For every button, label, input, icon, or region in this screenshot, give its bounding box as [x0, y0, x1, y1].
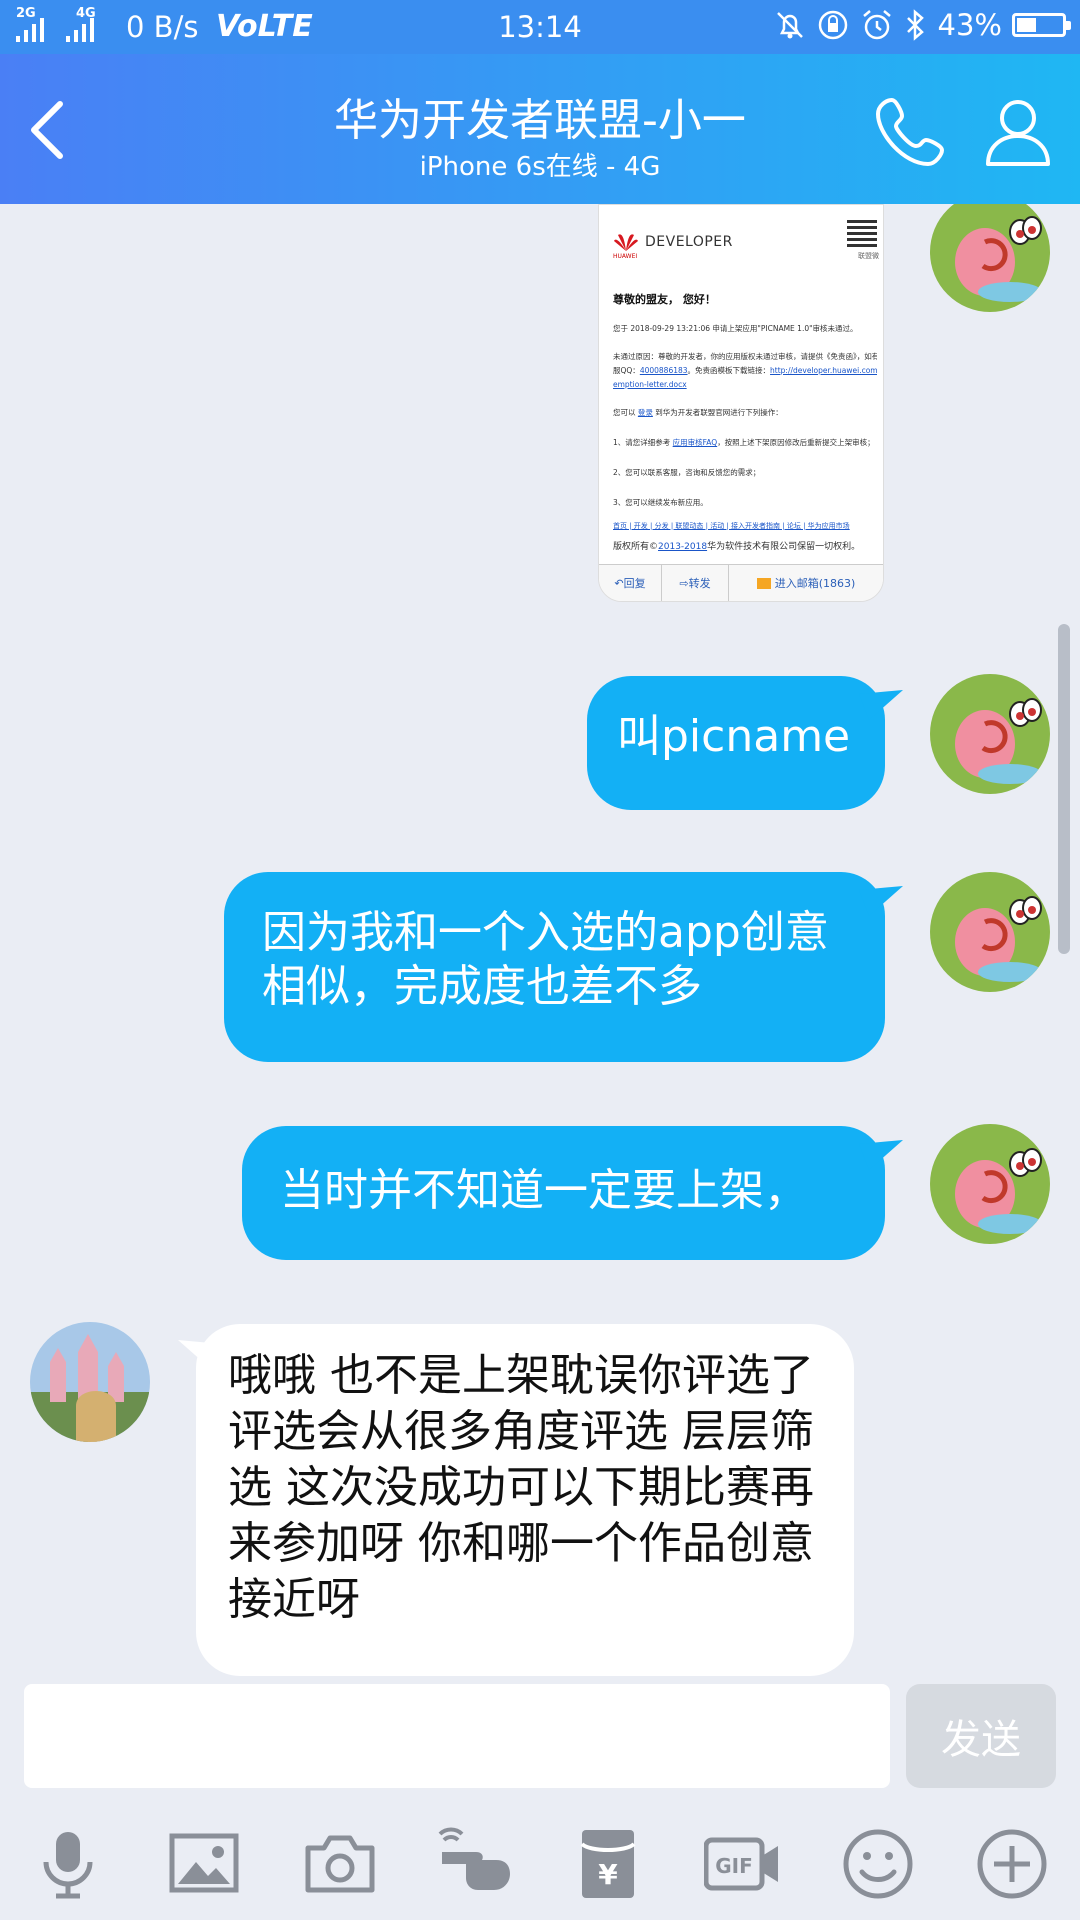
forward-arrow-icon: ⇨	[679, 576, 689, 590]
plus-icon	[977, 1829, 1047, 1899]
email-copyright: 版权所有©2013-2018华为软件技术有限公司保留一切权利。	[613, 542, 861, 552]
mail-icon	[756, 577, 771, 589]
more-button[interactable]	[972, 1824, 1052, 1904]
microphone-icon	[43, 1832, 93, 1899]
snail-avatar-icon	[930, 204, 1050, 312]
email-inbox-button: 进入邮箱(1863)	[729, 565, 883, 601]
data-saver-icon	[818, 10, 847, 40]
email-line: emption-letter.docx	[613, 380, 687, 389]
compose-bar: 发送	[0, 1684, 1080, 1796]
qr-code-icon	[847, 217, 877, 247]
svg-text:¥: ¥	[598, 1858, 618, 1891]
my-avatar[interactable]	[930, 1124, 1050, 1244]
email-brand-small: HUAWEI	[613, 253, 638, 260]
red-packet-button[interactable]: ¥	[568, 1824, 648, 1904]
snail-avatar-icon	[930, 1124, 1050, 1244]
gif-button[interactable]: GIF	[702, 1824, 782, 1904]
message-list[interactable]: DEVELOPER HUAWEI 联盟微 尊敬的盟友， 您好！ 您于 2018-…	[0, 204, 1080, 1684]
castle-photo-avatar-icon	[30, 1322, 150, 1442]
gif-icon: GIF	[704, 1837, 778, 1891]
snail-avatar-icon	[930, 872, 1050, 992]
image-icon	[169, 1833, 239, 1893]
email-line: 2、您可以联系客服，咨询和反馈您的需求；	[613, 468, 761, 477]
red-packet-icon: ¥	[580, 1830, 636, 1898]
send-button[interactable]: 发送	[906, 1684, 1056, 1788]
battery-percent: 43%	[937, 8, 1002, 42]
chat-scrollbar[interactable]	[1058, 624, 1070, 954]
message-text: 因为我和一个入选的app创意相似，完成度也差不多	[262, 907, 829, 1012]
email-line: 您可以 登录 到华为开发者联盟官网进行下列操作：	[613, 408, 783, 417]
email-greeting: 尊敬的盟友， 您好！	[613, 293, 716, 306]
message-input[interactable]	[24, 1684, 890, 1788]
email-line: 1、请您详细参考 应用审核FAQ，按照上述下架原因修改后重新提交上架审核；	[613, 438, 875, 447]
emoji-icon	[843, 1829, 913, 1899]
message-text: 当时并不知道一定要上架，	[280, 1165, 808, 1216]
message-bubble-incoming[interactable]: 哦哦 也不是上架耽误你评选了 评选会从很多角度评选 层层筛选 这次没成功可以下期…	[178, 1324, 854, 1676]
bluetooth-icon	[906, 9, 924, 41]
message-bubble-outgoing[interactable]: 叫picname	[587, 676, 903, 810]
email-reply-button: ↶ 回复	[599, 565, 662, 601]
my-avatar[interactable]	[930, 674, 1050, 794]
my-avatar[interactable]	[930, 872, 1050, 992]
qr-label: 联盟微	[858, 252, 879, 260]
email-nav-links: 首页 | 开发 | 分发 | 联盟动态 | 活动 | 接入开发者指南 | 论坛 …	[613, 522, 850, 530]
voice-button[interactable]	[28, 1824, 108, 1904]
call-button[interactable]	[870, 90, 950, 170]
email-screenshot-image[interactable]: DEVELOPER HUAWEI 联盟微 尊敬的盟友， 您好！ 您于 2018-…	[598, 204, 884, 602]
message-text: 哦哦 也不是上架耽误你评选了 评选会从很多角度评选 层层筛选 这次没成功可以下期…	[228, 1350, 814, 1625]
camera-icon	[305, 1835, 375, 1893]
huawei-logo-icon	[614, 234, 638, 251]
chat-header: 华为开发者联盟-小一 iPhone 6s在线 - 4G	[0, 54, 1080, 204]
image-button[interactable]	[164, 1824, 244, 1904]
camera-button[interactable]	[300, 1824, 380, 1904]
poke-button[interactable]	[436, 1824, 516, 1904]
svg-text:GIF: GIF	[715, 1854, 753, 1878]
my-avatar[interactable]	[930, 204, 1050, 312]
email-line: 3、您可以继续发布新应用。	[613, 498, 708, 507]
status-bar: 2G 4G 0 B/s VoLTE 13:14 43%	[0, 0, 1080, 54]
snail-avatar-icon	[930, 674, 1050, 794]
poke-icon	[438, 1827, 510, 1890]
input-toolbar: ¥ GIF	[0, 1806, 1080, 1920]
reply-arrow-icon: ↶	[614, 576, 624, 590]
email-brand: DEVELOPER	[645, 234, 733, 250]
message-bubble-outgoing[interactable]: 当时并不知道一定要上架，	[242, 1126, 903, 1260]
mute-bell-icon	[776, 12, 803, 39]
email-line: 服QQ：4000886183。免责函模板下载链接：http://develope…	[613, 366, 877, 375]
message-bubble-outgoing[interactable]: 因为我和一个入选的app创意相似，完成度也差不多	[224, 872, 903, 1062]
message-text: 叫picname	[617, 711, 851, 762]
phone-icon	[876, 98, 944, 166]
person-icon	[986, 100, 1050, 166]
contact-profile-button[interactable]	[978, 90, 1058, 170]
email-forward-button: ⇨ 转发	[662, 565, 729, 601]
emoji-button[interactable]	[838, 1824, 918, 1904]
alarm-icon	[862, 10, 891, 40]
contact-avatar[interactable]	[30, 1322, 150, 1442]
battery-icon	[1012, 13, 1071, 37]
email-line: 未通过原因：尊敬的开发者，你的应用版权未通过审核，请提供《免责函》，如有疑	[613, 352, 877, 361]
email-line: 您于 2018-09-29 13:21:06 申请上架应用"PICNAME 1.…	[613, 324, 858, 333]
